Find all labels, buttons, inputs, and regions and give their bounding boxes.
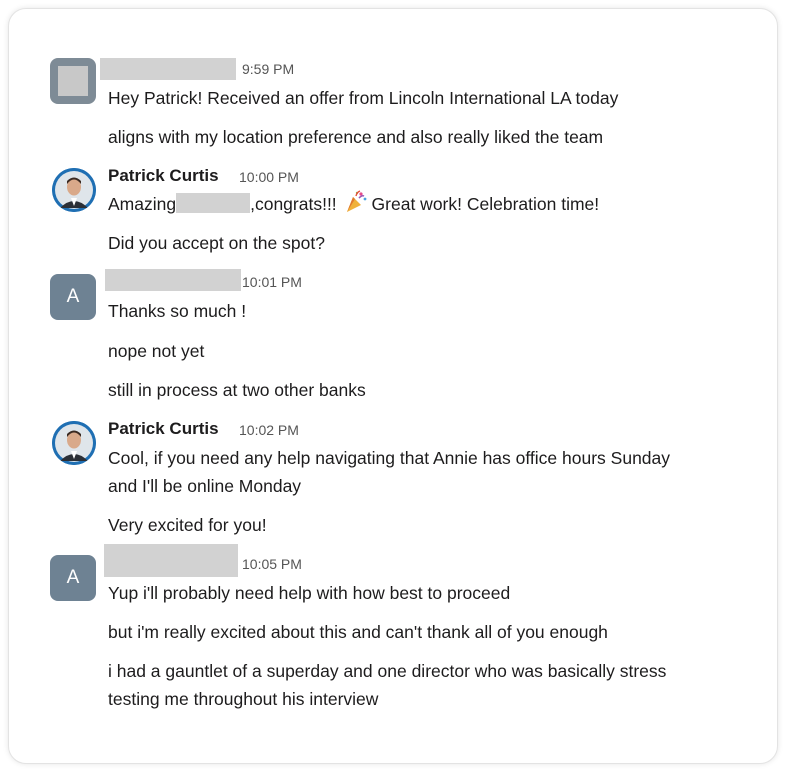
message-text: Thanks so much ! bbox=[108, 301, 247, 321]
message-text: and I'll be online Monday bbox=[108, 476, 302, 496]
author-name[interactable]: Patrick Curtis bbox=[108, 419, 219, 439]
patrick-curtis-avatar[interactable] bbox=[52, 168, 96, 212]
message-timestamp: 9:59 PM bbox=[242, 61, 295, 77]
redacted-username bbox=[104, 544, 238, 577]
message-text: Hey Patrick! Received an offer from Linc… bbox=[108, 88, 619, 108]
message-text: Did you accept on the spot? bbox=[108, 233, 325, 253]
message-timestamp: 10:05 PM bbox=[242, 556, 302, 572]
message-timestamp: 10:00 PM bbox=[239, 169, 299, 185]
message-text: but i'm really excited about this and ca… bbox=[108, 622, 608, 642]
message-text: still in process at two other banks bbox=[108, 380, 366, 400]
party-popper-icon bbox=[344, 190, 368, 222]
message-text: Yup i'll probably need help with how bes… bbox=[108, 583, 511, 603]
message-text: Cool, if you need any help navigating th… bbox=[108, 448, 671, 468]
message-timestamp: 10:02 PM bbox=[239, 422, 299, 438]
message-timestamp: 10:01 PM bbox=[242, 274, 302, 290]
redacted-name bbox=[176, 193, 251, 213]
message-text: aligns with my location preference and a… bbox=[108, 127, 604, 147]
redacted-username bbox=[100, 58, 236, 80]
author-name[interactable]: Patrick Curtis bbox=[108, 166, 219, 186]
redacted-username bbox=[105, 269, 241, 291]
user-avatar-letter[interactable]: A bbox=[50, 274, 96, 320]
message-text: Very excited for you! bbox=[108, 515, 267, 535]
user-avatar-redacted[interactable] bbox=[50, 58, 96, 104]
message-text: testing me throughout his interview bbox=[108, 689, 379, 709]
message-text: i had a gauntlet of a superday and one d… bbox=[108, 661, 667, 681]
patrick-curtis-avatar[interactable] bbox=[52, 421, 96, 465]
user-avatar-letter[interactable]: A bbox=[50, 555, 96, 601]
message-text: nope not yet bbox=[108, 341, 205, 361]
message-text: Amazing ,congrats!!! Great work! Celebrat… bbox=[108, 190, 599, 222]
